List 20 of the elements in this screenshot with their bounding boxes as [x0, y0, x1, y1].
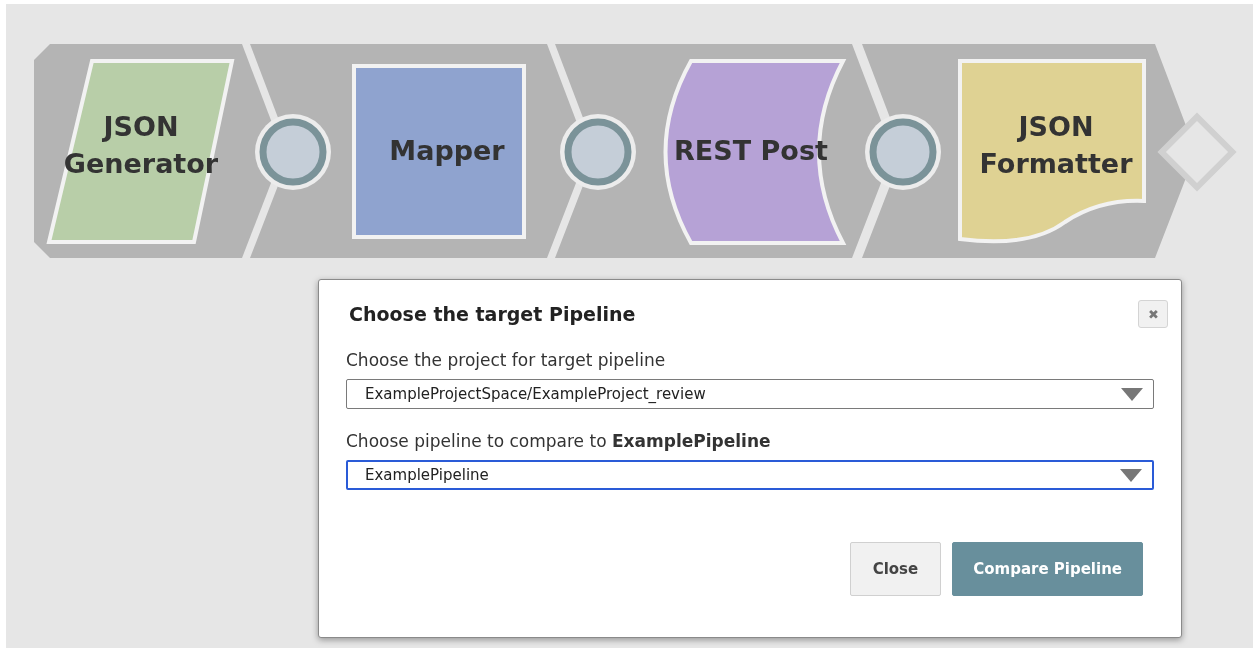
- parallelogram-shape[interactable]: [46, 59, 235, 244]
- dropdown-field[interactable]: ExampleProjectSpace/ExampleProject_review: [346, 379, 1154, 409]
- field-label: Choose pipeline to compare to ExamplePipeline: [346, 431, 772, 451]
- snap-label: REST Post: [674, 135, 828, 166]
- snap-label: Mapper: [389, 135, 505, 166]
- port-icon[interactable]: [865, 114, 941, 190]
- port-icon[interactable]: [255, 114, 331, 190]
- dropdown-caret-icon: [1121, 387, 1143, 401]
- dropdown-field[interactable]: ExamplePipeline: [346, 460, 1154, 490]
- compare-button[interactable]: Compare Pipeline: [952, 542, 1143, 596]
- close-icon[interactable]: ✖: [1138, 300, 1168, 328]
- port-icon[interactable]: [560, 114, 636, 190]
- close-button[interactable]: Close: [849, 542, 942, 596]
- snap-label: JSON Formatter: [979, 111, 1133, 179]
- document-shape[interactable]: [958, 59, 1146, 244]
- field-label: Choose the project for target pipeline: [346, 350, 667, 370]
- square-shape[interactable]: [352, 64, 526, 239]
- snap-label: JSON Generator: [63, 111, 219, 179]
- dialog-title: Choose the target Pipeline: [349, 303, 636, 325]
- dropdown-caret-icon: [1120, 468, 1142, 482]
